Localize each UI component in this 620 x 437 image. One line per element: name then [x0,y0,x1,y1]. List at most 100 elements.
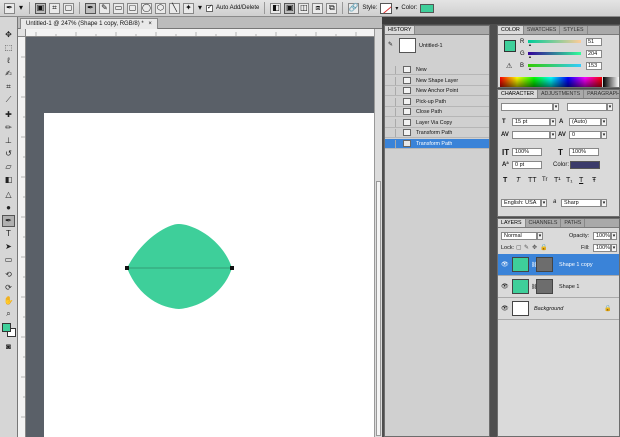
font-size-dropdown-icon[interactable]: ▾ [550,118,556,126]
blur-icon[interactable]: △ [2,189,15,201]
subscript-button[interactable]: T₁ [566,177,573,184]
line-tool-button[interactable]: ╲ [169,2,180,14]
move-icon[interactable]: ✥ [2,29,15,41]
brush-icon[interactable]: ✏ [2,122,15,134]
add-to-shape-area-button[interactable]: ◧ [270,2,282,14]
polygon-tool-button[interactable]: ⬡ [155,2,166,14]
baseline-shift-field[interactable]: 0 pt [512,161,542,169]
g-slider[interactable] [528,52,581,59]
font-family-field[interactable] [501,103,553,111]
g-value-field[interactable]: 204 [586,50,602,58]
create-new-shape-layer-button[interactable]: ▣ [284,2,296,14]
healing-brush-icon[interactable]: ✚ [2,109,15,121]
scrollbar-thumb[interactable] [376,181,381,436]
layer-thumbnail[interactable] [512,257,529,272]
text-color-swatch[interactable] [570,161,600,169]
rounded-rectangle-tool-button[interactable]: ▢ [127,2,138,14]
history-state-row[interactable]: New [385,65,489,75]
foreground-color-swatch[interactable] [2,323,11,332]
kerning-field[interactable] [512,131,550,139]
tab-layers[interactable]: LAYERS [498,219,526,227]
shape-layers-mode-button[interactable]: ▣ [35,2,46,14]
pen-tool-preset-icon[interactable]: ✒ [4,2,15,14]
ellipse-tool-button[interactable]: ◯ [141,2,152,14]
tab-channels[interactable]: CHANNELS [526,219,562,227]
history-state-row[interactable]: Pick-up Path [385,97,489,107]
pen-tool-button[interactable]: ✒ [85,2,96,14]
eraser-icon[interactable]: ▱ [2,161,15,173]
opacity-dropdown-icon[interactable]: ▾ [611,232,617,240]
lock-position-icon[interactable]: ✥ [532,244,537,251]
eye-visibility-icon[interactable]: 👁 [501,283,509,290]
paths-mode-button[interactable]: ⌗ [49,2,60,14]
underline-button[interactable]: T [579,177,583,184]
tab-styles[interactable]: STYLES [560,26,588,34]
foreground-color-box[interactable] [504,40,516,52]
tab-color[interactable]: COLOR [498,26,524,34]
history-brush-source-toggle[interactable] [388,129,396,137]
superscript-button[interactable]: T¹ [554,177,561,184]
subtract-from-shape-button[interactable]: ◫ [298,2,310,14]
3d-orbit-icon[interactable]: ⟳ [2,282,15,294]
history-state-row[interactable]: Layer Via Copy [385,118,489,128]
vertical-scrollbar[interactable] [374,29,382,437]
leaf-shape[interactable] [127,223,232,309]
tab-paths[interactable]: PATHS [561,219,586,227]
faux-italic-button[interactable]: T [516,177,520,184]
lock-pixels-icon[interactable]: ✎ [524,244,529,251]
shape-icon[interactable]: ▭ [2,254,15,266]
horizontal-ruler[interactable] [26,29,374,37]
font-family-dropdown-icon[interactable]: ▾ [553,103,559,111]
style-dropdown-icon[interactable]: ▾ [395,5,398,12]
r-slider[interactable] [528,40,581,47]
brush-source-icon[interactable]: ✎ [388,41,393,48]
r-value-field[interactable]: 51 [586,38,602,46]
vector-mask-thumbnail[interactable] [536,279,553,294]
history-brush-source-toggle[interactable] [388,97,396,106]
history-state-row[interactable]: Transform Path [385,128,489,138]
lasso-icon[interactable]: ℓ [2,55,15,67]
history-brush-source-toggle[interactable] [388,87,396,95]
small-caps-button[interactable]: Tr [542,177,547,183]
intersect-shape-areas-button[interactable]: ⧈ [312,2,324,14]
anchor-point-right[interactable] [230,266,234,270]
3d-rotate-icon[interactable]: ⟲ [2,269,15,281]
eye-visibility-icon[interactable]: 👁 [501,261,509,268]
fill-dropdown-icon[interactable]: ▾ [611,244,617,252]
history-brush-source-toggle[interactable] [388,108,396,116]
lock-all-icon[interactable]: 🔒 [540,244,547,251]
pen-icon[interactable]: ✒ [2,215,15,227]
freeform-pen-button[interactable]: ✎ [99,2,110,14]
b-slider[interactable] [528,64,581,71]
font-style-dropdown-icon[interactable]: ▾ [607,103,613,111]
layer-thumbnail[interactable] [512,279,529,294]
tab-history[interactable]: HISTORY [385,26,416,34]
tracking-field[interactable]: 0 [569,131,601,139]
pasteboard[interactable] [26,37,374,437]
close-icon[interactable]: × [148,21,152,27]
clone-stamp-icon[interactable]: ⊥ [2,135,15,147]
tab-character[interactable]: CHARACTER [498,90,538,98]
snapshot-thumbnail[interactable] [399,38,416,53]
tab-adjustments[interactable]: ADJUSTMENTS [538,90,585,98]
all-caps-button[interactable]: TT [528,177,537,184]
quick-select-icon[interactable]: ✍ [2,68,15,80]
language-dropdown-icon[interactable]: ▾ [541,199,547,207]
strikethrough-button[interactable]: Ŧ [592,177,596,184]
link-icon[interactable]: 🔗 [348,2,360,14]
fill-pixels-mode-button[interactable]: ▢ [63,2,74,14]
history-brush-source-toggle[interactable] [388,76,396,85]
document-canvas[interactable] [44,113,374,437]
history-state-row[interactable]: Transform Path [385,138,489,149]
lock-transparency-icon[interactable]: ▢ [516,244,522,251]
history-state-row[interactable]: New Shape Layer [385,76,489,86]
layer-row[interactable]: 👁 Background 🔒 [498,298,619,320]
vertical-ruler[interactable] [18,37,26,437]
ruler-origin[interactable] [18,29,26,37]
gradient-icon[interactable]: ◧ [2,174,15,186]
font-style-field[interactable] [567,103,607,111]
geometry-options-dropdown[interactable]: ▾ [197,3,203,14]
exclude-overlapping-button[interactable]: ⧉ [326,2,338,14]
style-picker[interactable] [380,2,393,14]
quick-mask-icon[interactable]: ◙ [2,341,15,353]
